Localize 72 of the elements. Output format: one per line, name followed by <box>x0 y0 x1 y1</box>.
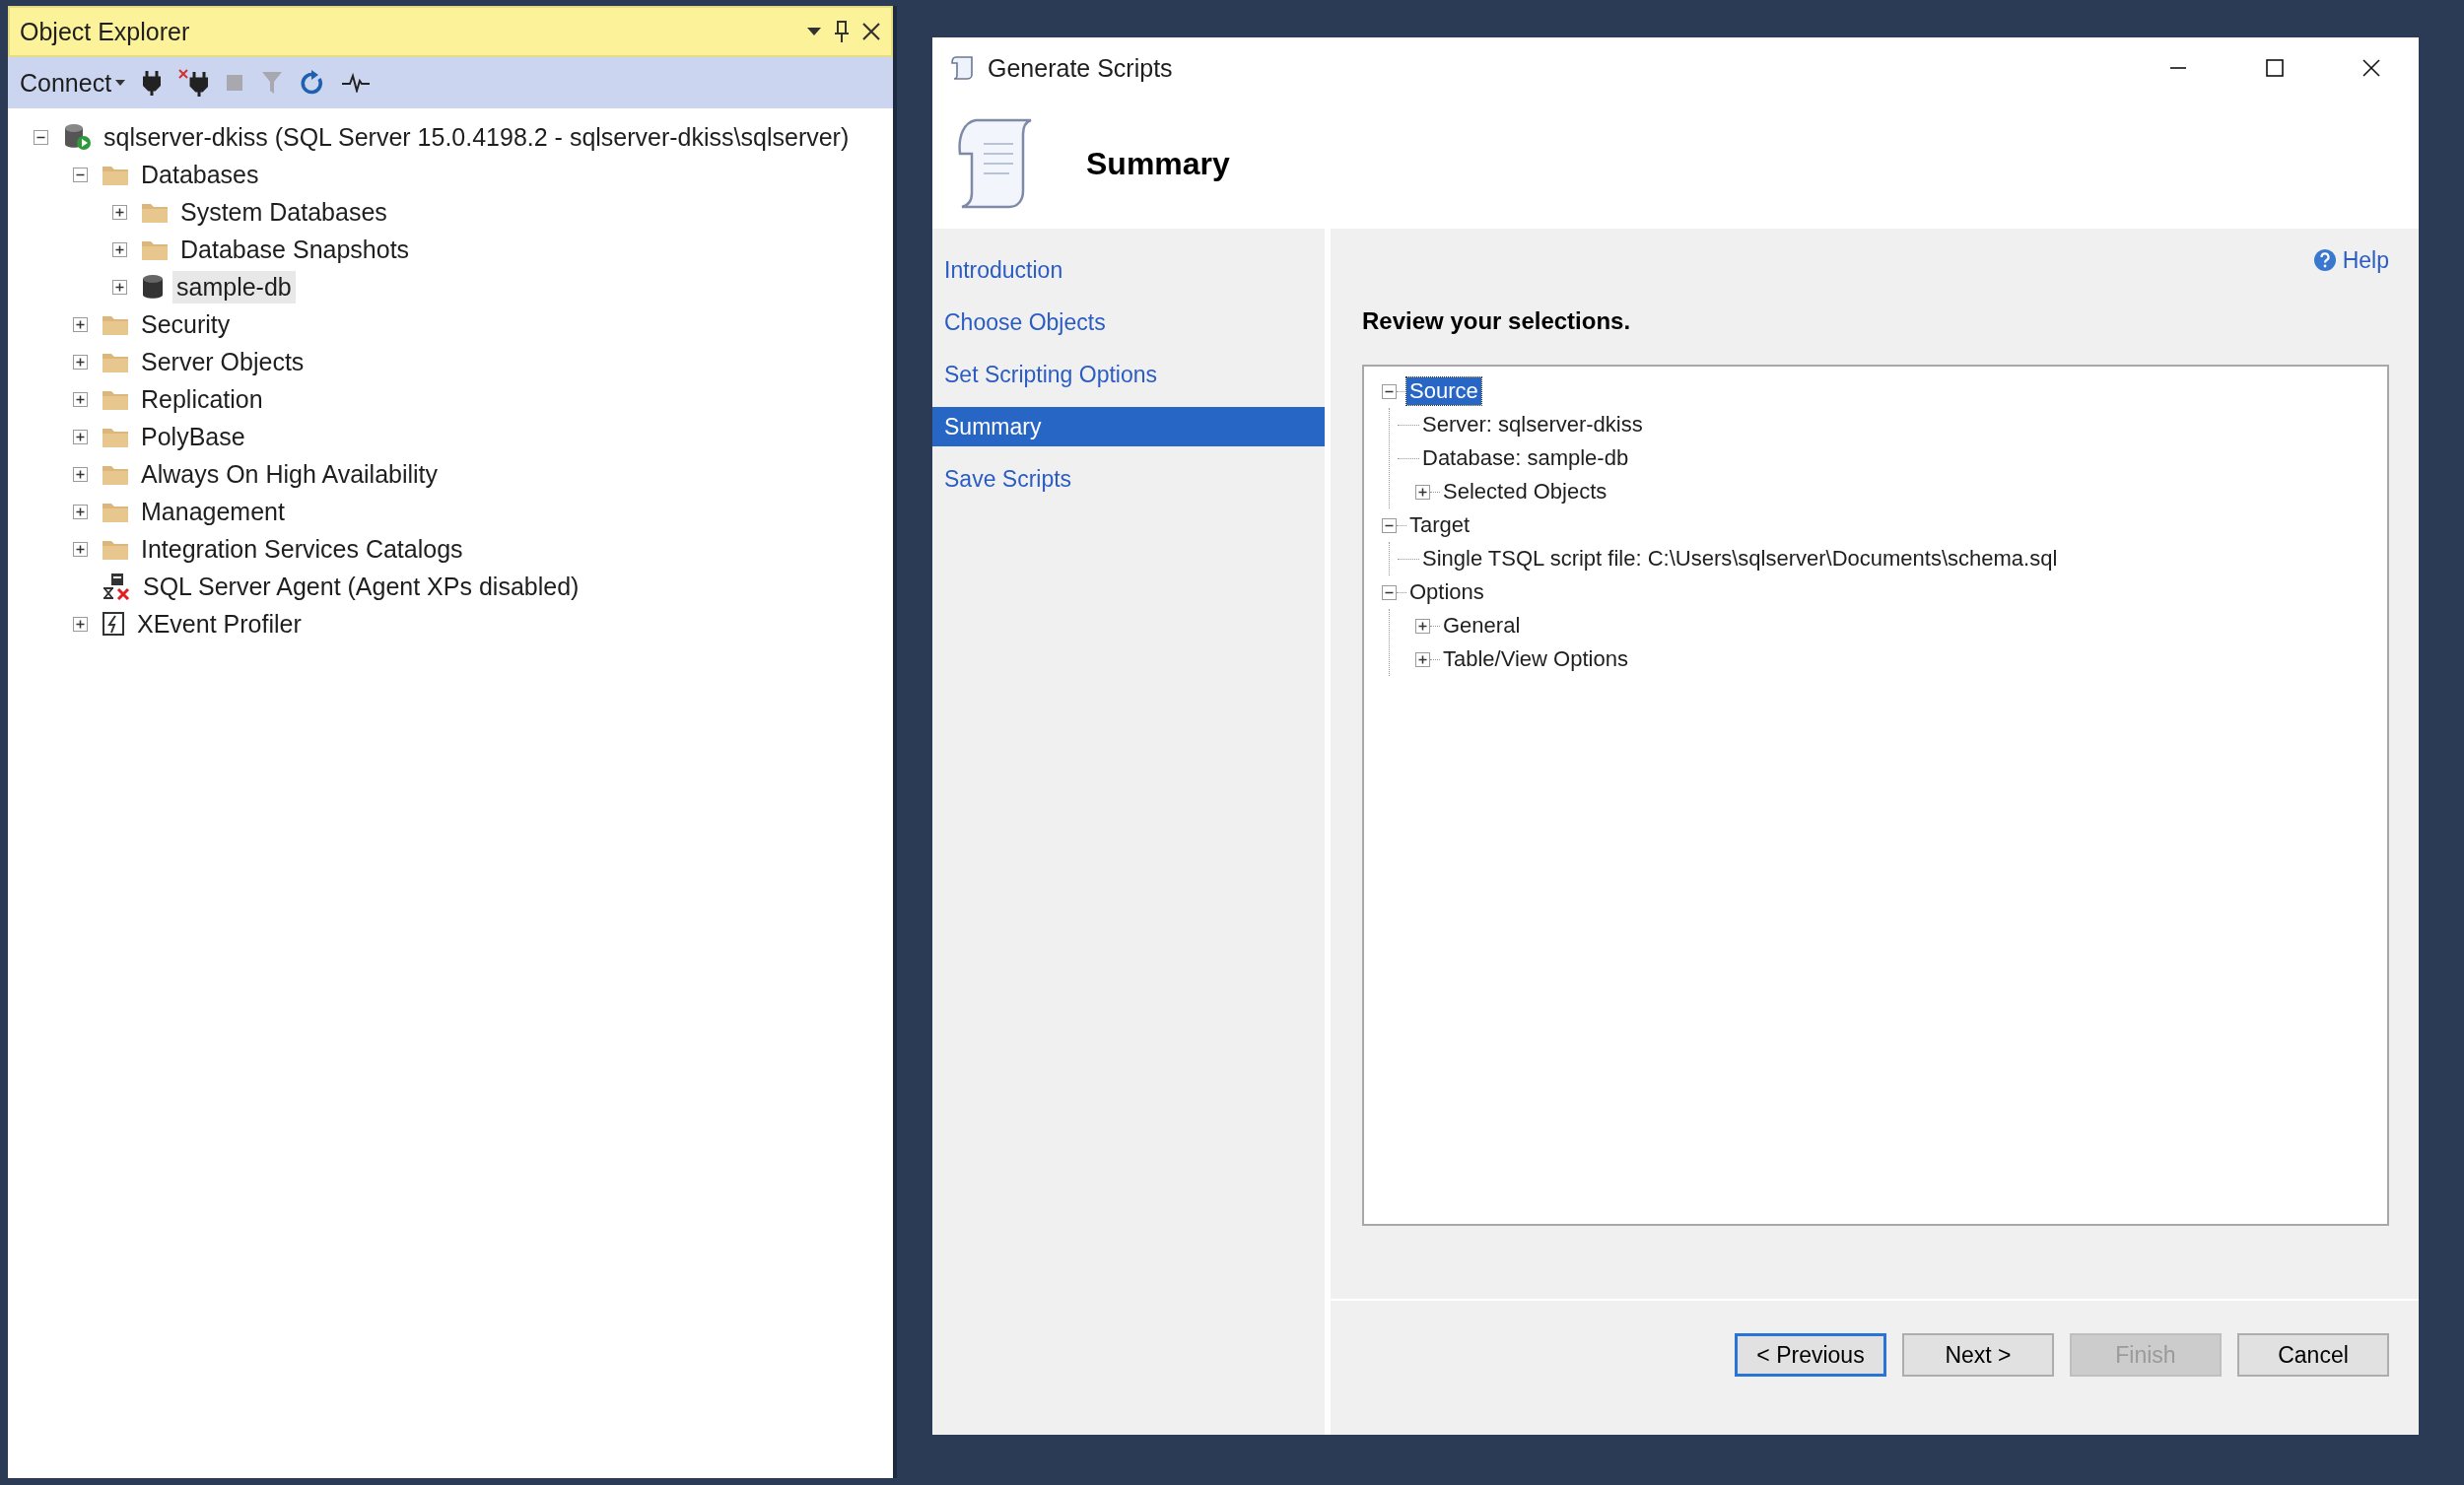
page-heading: Summary <box>1086 145 1230 182</box>
tree-item[interactable]: XEvent Profiler <box>133 607 306 641</box>
wizard-step-link[interactable]: Set Scripting Options <box>932 355 1325 394</box>
dialog-title: Generate Scripts <box>988 53 1174 83</box>
unplug-icon[interactable] <box>178 69 209 97</box>
wizard-step-link[interactable]: Summary <box>932 407 1325 446</box>
tree-item[interactable]: Source <box>1406 377 1481 405</box>
wizard-step-link[interactable]: Introduction <box>932 250 1325 290</box>
wizard-button[interactable]: Next > <box>1902 1333 2054 1377</box>
pulse-icon[interactable] <box>342 73 371 93</box>
scroll-icon <box>950 55 976 81</box>
collapse-toggle[interactable] <box>1382 584 1397 600</box>
expand-toggle[interactable] <box>73 466 88 482</box>
help-icon <box>2312 248 2337 272</box>
refresh-icon[interactable] <box>301 70 325 96</box>
tree-item[interactable]: Management <box>137 495 289 528</box>
expand-toggle[interactable] <box>1415 484 1430 500</box>
tree-item[interactable]: Options <box>1406 578 1487 606</box>
expand-toggle[interactable] <box>73 316 88 332</box>
connect-button[interactable]: Connect <box>20 68 126 98</box>
tree-item[interactable]: Server Objects <box>137 345 308 378</box>
tree-item[interactable]: Always On High Availability <box>137 457 443 491</box>
expand-toggle[interactable] <box>73 354 88 370</box>
plug-icon[interactable] <box>143 70 162 96</box>
expand-toggle[interactable] <box>73 504 88 519</box>
tree-item[interactable]: Single TSQL script file: C:\Users\sqlserver\Documents\schema.sql <box>1419 545 2061 573</box>
help-link[interactable]: Help <box>2312 246 2389 274</box>
wizard-step-link[interactable]: Choose Objects <box>932 303 1325 342</box>
tree-item[interactable]: Selected Objects <box>1440 478 1610 506</box>
dropdown-caret-icon[interactable] <box>806 27 822 36</box>
tree-item[interactable]: Replication <box>137 382 267 416</box>
tree-item[interactable]: Table/View Options <box>1440 645 1631 673</box>
maximize-icon[interactable] <box>2265 58 2285 78</box>
pin-icon[interactable] <box>834 20 850 43</box>
tree-item[interactable]: SQL Server Agent (Agent XPs disabled) <box>139 570 583 603</box>
database-icon <box>141 274 165 300</box>
instruction-text: Review your selections. <box>1362 307 1632 336</box>
expand-toggle[interactable] <box>112 241 127 257</box>
collapse-toggle[interactable] <box>1382 383 1397 399</box>
expand-toggle[interactable] <box>73 616 88 632</box>
tree-item[interactable]: sqlserver-dkiss (SQL Server 15.0.4198.2 - sqlserver-dkiss\sqlserver) <box>100 120 854 154</box>
agent-icon <box>102 573 131 600</box>
expand-toggle[interactable] <box>73 429 88 444</box>
wizard-button[interactable]: < Previous <box>1735 1333 1886 1377</box>
wizard-step-link[interactable]: Save Scripts <box>932 459 1325 499</box>
expand-toggle[interactable] <box>73 541 88 557</box>
close-icon[interactable] <box>861 22 881 41</box>
tree-item[interactable]: Target <box>1406 511 1473 539</box>
tree-item[interactable]: Server: sqlserver-dkiss <box>1419 411 1646 439</box>
tree-item[interactable]: sample-db <box>172 270 296 304</box>
expand-toggle[interactable] <box>112 204 127 220</box>
server-icon <box>62 123 92 151</box>
expand-toggle[interactable] <box>112 279 127 295</box>
expand-toggle[interactable] <box>1415 618 1430 634</box>
expand-toggle[interactable] <box>73 391 88 407</box>
close-icon[interactable] <box>2361 58 2381 78</box>
collapse-toggle[interactable] <box>34 129 48 145</box>
tree-item[interactable]: System Databases <box>176 195 391 229</box>
panel-title: Object Explorer <box>20 17 191 46</box>
tree-item[interactable]: PolyBase <box>137 420 249 453</box>
wizard-button[interactable]: Cancel <box>2237 1333 2389 1377</box>
collapse-toggle[interactable] <box>1382 517 1397 533</box>
caret-icon <box>115 80 126 86</box>
tree-item[interactable]: Integration Services Catalogs <box>137 532 467 566</box>
collapse-toggle[interactable] <box>73 167 88 182</box>
tree-item[interactable]: Database Snapshots <box>176 233 414 266</box>
tree-item[interactable]: Database: sample-db <box>1419 444 1632 472</box>
expand-toggle[interactable] <box>1415 651 1430 667</box>
tree-item[interactable]: Databases <box>137 158 263 191</box>
profiler-icon <box>102 611 125 637</box>
tree-item[interactable]: General <box>1440 612 1524 640</box>
tree-item[interactable]: Security <box>137 307 235 341</box>
